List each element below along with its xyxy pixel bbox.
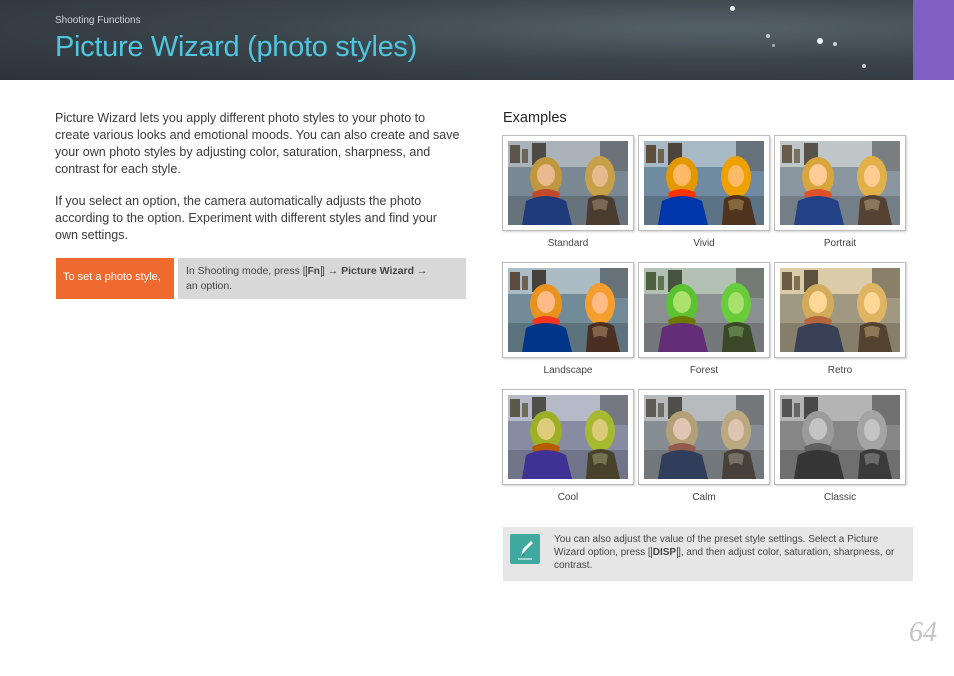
- page-number: 64: [909, 617, 937, 648]
- example-photo: [780, 395, 900, 479]
- example-item: Landscape: [502, 262, 634, 376]
- instruction-menu: Picture Wizard: [341, 265, 414, 277]
- photo-frame: [502, 135, 634, 231]
- examples-heading: Examples: [503, 110, 567, 126]
- instruction-prefix: In Shooting mode, press [: [186, 265, 306, 277]
- instruction-suffix: an option.: [186, 280, 233, 292]
- sparkle: [730, 6, 735, 11]
- example-item: Portrait: [774, 135, 906, 249]
- example-caption: Calm: [692, 492, 716, 503]
- example-caption: Landscape: [543, 365, 593, 376]
- page-header: Shooting Functions Picture Wizard (photo…: [0, 0, 913, 80]
- photo-frame: [638, 389, 770, 485]
- example-photo: [508, 268, 628, 352]
- example-caption: Cool: [557, 492, 579, 503]
- photo-frame: [502, 262, 634, 358]
- example-caption: Retro: [827, 365, 853, 376]
- intro-paragraph: Picture Wizard lets you apply different …: [55, 111, 460, 176]
- example-photo: [780, 141, 900, 225]
- sparkle: [833, 42, 837, 46]
- example-caption: Vivid: [693, 238, 715, 249]
- photo-frame: [774, 135, 906, 231]
- instruction-arrow: ] →: [321, 265, 339, 277]
- photo-frame: [638, 262, 770, 358]
- example-item: Retro: [774, 262, 906, 376]
- example-item: Vivid: [638, 135, 770, 249]
- photo-frame: [774, 262, 906, 358]
- sparkle: [862, 64, 866, 68]
- example-photo: [644, 395, 764, 479]
- example-caption: Forest: [689, 365, 719, 376]
- tip-box: You can also adjust the value of the pre…: [503, 527, 913, 581]
- example-caption: Classic: [823, 492, 857, 503]
- example-caption: Portrait: [823, 238, 857, 249]
- fn-key: Fn: [305, 266, 322, 277]
- sparkle: [766, 34, 770, 38]
- example-item: Cool: [502, 389, 634, 503]
- example-photo: [780, 268, 900, 352]
- example-photo: [644, 268, 764, 352]
- sparkle: [772, 44, 775, 47]
- section-breadcrumb: Shooting Functions: [55, 15, 141, 26]
- example-photo: [508, 141, 628, 225]
- example-photo: [644, 141, 764, 225]
- example-item: Calm: [638, 389, 770, 503]
- pencil-icon: [510, 534, 540, 564]
- intro-paragraph: If you select an option, the camera auto…: [55, 194, 437, 242]
- chapter-tab: [913, 0, 954, 80]
- tip-text: You can also adjust the value of the pre…: [554, 533, 906, 572]
- example-caption: Standard: [547, 238, 589, 249]
- instruction-label: To set a photo style,: [56, 258, 174, 299]
- page-title: Picture Wizard (photo styles): [55, 31, 417, 63]
- example-item: Forest: [638, 262, 770, 376]
- example-item: Classic: [774, 389, 906, 503]
- intro-text: Picture Wizard lets you apply different …: [55, 110, 460, 259]
- sparkle: [817, 38, 823, 44]
- photo-frame: [502, 389, 634, 485]
- photo-frame: [638, 135, 770, 231]
- disp-key: DISP: [650, 547, 679, 558]
- photo-frame: [774, 389, 906, 485]
- example-photo: [508, 395, 628, 479]
- example-item: Standard: [502, 135, 634, 249]
- instruction-arrow: →: [416, 265, 428, 277]
- instruction-steps: In Shooting mode, press [Fn] → Picture W…: [178, 258, 466, 299]
